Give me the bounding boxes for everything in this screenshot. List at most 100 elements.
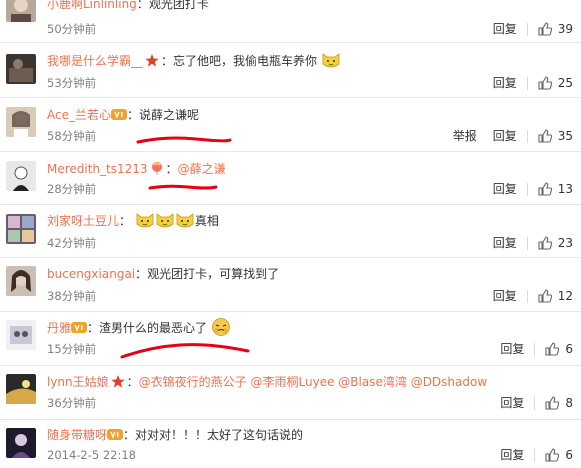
mention-link[interactable]: @李雨桐Luyee [251,375,335,389]
colon: ： [87,321,100,335]
thumbs-up-icon[interactable] [545,342,560,356]
thumbs-up-icon[interactable] [538,129,552,143]
divider [0,311,581,312]
like-count: 35 [557,129,573,143]
thumbs-up-icon[interactable] [538,182,552,196]
avatar[interactable] [6,107,36,137]
comment-item: 刘家呀土豆儿： 真相 42分钟前 回复 23 [0,210,581,255]
divider [0,419,581,420]
divider [534,448,536,462]
thumbs-up-icon[interactable] [545,448,560,462]
thumbs-up-icon[interactable] [538,236,552,250]
divider [526,22,528,36]
reply-button[interactable]: 回复 [493,22,517,36]
mention-link[interactable]: @Blase湾湾 [338,375,407,389]
comment-text: 观光团打卡 [148,0,209,11]
avatar[interactable] [6,0,36,22]
comment-item: bucengxiangai：观光团打卡，可算找到了 38分钟前 回复 12 [0,262,581,309]
comment-text: 渣男什么的最恶心了 [99,321,208,335]
comment-item: 小鹿啊Linlinling：观光团打卡 50分钟前 回复 39 [0,0,581,44]
comment-text: 说薛之谦呢 [139,108,200,122]
divider [534,342,536,356]
comment-username[interactable]: 小鹿啊Linlinling [47,0,137,11]
divider [0,42,581,43]
colon: ： [136,0,149,11]
comment-item: Ace_兰若心 ：说薛之谦呢 58分钟前 举报 回复 35 [0,103,581,148]
disgusted-emoji-icon [211,318,230,336]
avatar[interactable] [6,320,36,350]
comment-time: 50分钟前 [47,22,97,36]
avatar[interactable] [6,214,36,244]
comment-username[interactable]: lynn王姑娘 [47,375,109,389]
divider [526,76,528,90]
comment-time: 36分钟前 [47,396,97,410]
like-count: 23 [557,236,573,250]
vip-badge-icon [107,429,124,440]
colon: ： [161,54,174,68]
comment-username[interactable]: bucengxiangai [47,267,135,281]
divider [526,129,528,143]
comment-username[interactable]: Ace_兰若心 [47,108,111,122]
comment-item: 丹雅 ：渣男什么的最恶心了 15分钟前 回复 6 [0,316,581,363]
red-underline-annotation [136,136,232,144]
report-button[interactable]: 举报 [453,129,477,143]
divider [0,151,581,152]
thumbs-up-icon[interactable] [538,76,552,90]
red-underline-annotation [148,184,218,190]
vip-badge-icon [71,322,88,333]
avatar[interactable] [6,374,36,404]
comment-username[interactable]: 刘家呀土豆儿 [47,214,119,228]
reply-button[interactable]: 回复 [500,448,524,462]
comment-text: 观光团打卡，可算找到了 [147,267,280,281]
comment-username[interactable]: 随身带糖呀 [47,428,107,442]
avatar[interactable] [6,54,36,84]
divider [526,289,528,303]
colon: ： [119,214,132,228]
thumbs-up-icon[interactable] [538,289,552,303]
star-icon [145,54,159,67]
divider [526,182,528,196]
comment-text: 对对对！！！太好了这句话说的 [135,428,304,442]
like-count: 8 [565,396,573,410]
divider [526,236,528,250]
cat-emoji-icon [322,53,340,68]
comment-list: 小鹿啊Linlinling：观光团打卡 50分钟前 回复 39 我哪是什么学霸_… [0,0,581,468]
mention-link[interactable]: @DDshadow [411,375,487,389]
vip-badge-icon [110,109,127,120]
reply-button[interactable]: 回复 [493,129,517,143]
comment-text: 忘了他吧，我偷电瓶车养你 [173,54,318,68]
colon: ： [135,267,148,281]
comment-time: 42分钟前 [47,236,97,250]
avatar[interactable] [6,428,36,458]
like-count: 6 [565,448,573,462]
reply-button[interactable]: 回复 [493,236,517,250]
thumbs-up-icon[interactable] [545,396,560,410]
comment-username[interactable]: 丹雅 [47,321,71,335]
reply-button[interactable]: 回复 [493,289,517,303]
comment-item: 随身带糖呀 ：对对对！！！太好了这句话说的 2014-2-5 22:18 回复 6 [0,424,581,468]
comment-username[interactable]: 我哪是什么学霸__ [47,54,143,68]
comment-item: Meredith_ts1213 ：@薛之谦 28分钟前 回复 13 [0,157,581,202]
reply-button[interactable]: 回复 [493,182,517,196]
comment-text: 真相 [194,214,219,228]
reply-button[interactable]: 回复 [500,342,524,356]
avatar[interactable] [6,161,36,191]
avatar[interactable] [6,266,36,296]
comment-time: 53分钟前 [47,76,97,90]
colon: ： [165,162,178,176]
mention-link[interactable]: @衣锦夜行的燕公子 [139,375,247,389]
mention-link[interactable]: @薛之谦 [178,162,226,176]
cat-emoji-icon [176,213,194,228]
colon: ： [126,375,139,389]
comment-time: 15分钟前 [47,342,97,356]
reply-button[interactable]: 回复 [493,76,517,90]
balloon-icon [151,162,162,175]
colon: ： [123,428,136,442]
like-count: 12 [557,289,573,303]
comment-username[interactable]: Meredith_ts1213 [47,162,148,176]
reply-button[interactable]: 回复 [500,396,524,410]
divider [0,365,581,366]
divider [0,97,581,98]
like-count: 25 [557,76,573,90]
thumbs-up-icon[interactable] [538,22,552,36]
